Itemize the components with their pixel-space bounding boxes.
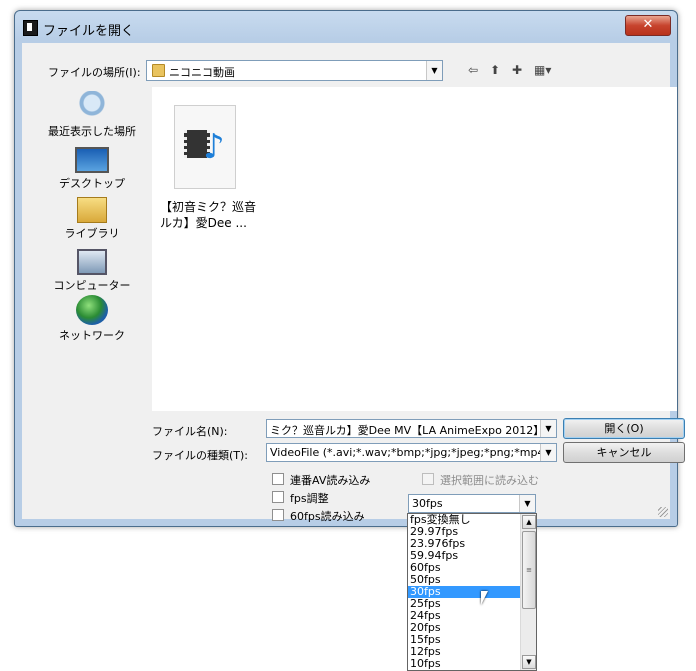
network-icon bbox=[76, 295, 108, 325]
fps-dropdown-list[interactable]: fps変換無し 29.97fps 23.976fps 59.94fps 60fp… bbox=[407, 513, 537, 671]
sidebar-item-label: 最近表示した場所 bbox=[48, 125, 136, 138]
fps-option[interactable]: 10fps bbox=[408, 658, 536, 670]
filetype-value: VideoFile (*.avi;*.wav;*bmp;*jpg;*jpeg;*… bbox=[270, 446, 557, 459]
filename-value: ミク？巡音ルカ】愛Dee MV【LA AnimeExpo 2012】.mp4 bbox=[270, 424, 557, 437]
music-note-icon: ♪ bbox=[203, 127, 225, 167]
sidebar-item-libraries[interactable]: ライブラリ bbox=[36, 193, 148, 241]
fps-select[interactable]: 30fps ▼ bbox=[408, 494, 536, 513]
mouse-cursor-icon bbox=[481, 591, 488, 605]
computer-icon bbox=[77, 249, 107, 275]
open-button[interactable]: 開く(O) bbox=[563, 418, 685, 439]
places-bar: 最近表示した場所 デスクトップ ライブラリ コンピューター ネットワーク bbox=[36, 91, 148, 411]
file-name: 【初音ミク？巡音 ルカ】愛Dee ... bbox=[160, 199, 260, 231]
back-arrow-icon[interactable]: ⇦ bbox=[468, 63, 478, 77]
new-folder-icon[interactable]: ✚ bbox=[512, 63, 522, 77]
window-title: ファイルを開く bbox=[43, 24, 135, 39]
chevron-down-icon[interactable]: ▼ bbox=[426, 61, 442, 80]
look-in-label: ファイルの場所(I): bbox=[48, 66, 141, 79]
look-in-value: ニコニコ動画 bbox=[169, 66, 235, 79]
desktop-icon bbox=[75, 147, 109, 173]
serial-av-checkbox[interactable]: 連番AV読み込み bbox=[272, 472, 370, 488]
folder-icon bbox=[152, 64, 165, 77]
filetype-combo[interactable]: VideoFile (*.avi;*.wav;*bmp;*jpg;*jpeg;*… bbox=[266, 443, 557, 462]
close-button[interactable]: ✕ bbox=[625, 15, 671, 36]
load-60fps-checkbox[interactable]: 60fps読み込み bbox=[272, 508, 365, 524]
video-file-icon: ♪ bbox=[174, 105, 236, 189]
sidebar-item-label: ネットワーク bbox=[59, 329, 125, 342]
resize-grip-icon[interactable] bbox=[658, 507, 668, 517]
dropdown-scrollbar[interactable]: ▲ ≡ ▼ bbox=[520, 514, 536, 670]
chevron-down-icon[interactable]: ▼ bbox=[540, 444, 556, 461]
scroll-up-icon[interactable]: ▲ bbox=[522, 515, 536, 529]
chevron-down-icon[interactable]: ▼ bbox=[540, 420, 556, 437]
cancel-button[interactable]: キャンセル bbox=[563, 442, 685, 463]
dialog-client-area: ファイルの場所(I): ニコニコ動画 ▼ ⇦ ⬆ ✚ ▦▾ 最近表示した場所 デ… bbox=[22, 43, 685, 523]
view-menu-icon[interactable]: ▦▾ bbox=[534, 63, 551, 77]
checkbox-box[interactable] bbox=[272, 491, 284, 503]
file-name-line1: 【初音ミク？巡音 bbox=[160, 200, 257, 214]
sidebar-item-desktop[interactable]: デスクトップ bbox=[36, 143, 148, 191]
file-list[interactable]: ♪ 【初音ミク？巡音 ルカ】愛Dee ... bbox=[152, 87, 677, 411]
open-file-dialog: ファイルを開く ✕ ファイルの場所(I): ニコニコ動画 ▼ ⇦ ⬆ ✚ ▦▾ … bbox=[14, 10, 685, 527]
sidebar-item-network[interactable]: ネットワーク bbox=[36, 295, 148, 343]
scroll-down-icon[interactable]: ▼ bbox=[522, 655, 536, 669]
look-in-combo[interactable]: ニコニコ動画 ▼ bbox=[146, 60, 443, 81]
recent-places-icon bbox=[76, 91, 108, 121]
fps-adjust-checkbox[interactable]: fps調整 bbox=[272, 490, 329, 506]
load-selection-checkbox: 選択範囲に読み込む bbox=[422, 472, 539, 488]
chevron-down-icon[interactable]: ▼ bbox=[519, 495, 535, 512]
file-name-line2: ルカ】愛Dee ... bbox=[160, 216, 247, 230]
sidebar-item-recent[interactable]: 最近表示した場所 bbox=[36, 91, 148, 139]
sidebar-item-label: ライブラリ bbox=[64, 227, 120, 240]
checkbox-label: fps調整 bbox=[290, 492, 329, 505]
scroll-thumb[interactable]: ≡ bbox=[522, 531, 536, 609]
checkbox-box bbox=[422, 473, 434, 485]
sidebar-item-computer[interactable]: コンピューター bbox=[36, 245, 148, 293]
sidebar-item-label: デスクトップ bbox=[59, 177, 125, 190]
checkbox-box[interactable] bbox=[272, 509, 284, 521]
checkbox-label: 連番AV読み込み bbox=[290, 474, 371, 487]
fps-selected-value: 30fps bbox=[412, 497, 443, 510]
sidebar-item-label: コンピューター bbox=[53, 279, 131, 292]
up-folder-icon[interactable]: ⬆ bbox=[490, 63, 500, 77]
checkbox-label: 60fps読み込み bbox=[290, 510, 365, 523]
app-icon bbox=[23, 20, 38, 36]
filetype-label: ファイルの種類(T): bbox=[152, 449, 249, 462]
checkbox-label: 選択範囲に読み込む bbox=[440, 474, 539, 487]
checkbox-box[interactable] bbox=[272, 473, 284, 485]
filename-combo[interactable]: ミク？巡音ルカ】愛Dee MV【LA AnimeExpo 2012】.mp4 ▼ bbox=[266, 419, 557, 438]
filename-label: ファイル名(N): bbox=[152, 425, 228, 438]
libraries-icon bbox=[77, 197, 107, 223]
